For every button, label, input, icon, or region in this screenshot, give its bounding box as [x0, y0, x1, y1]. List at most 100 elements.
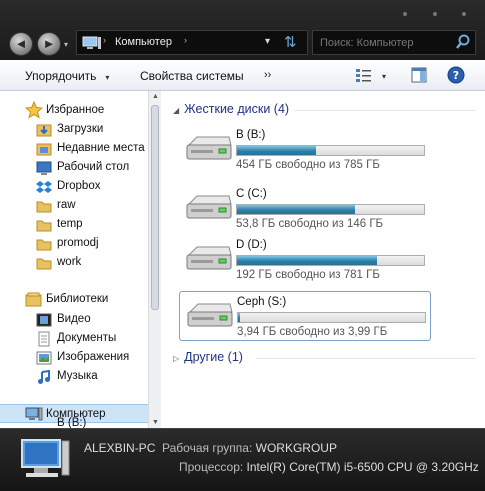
address-bar[interactable]: › Компьютер › ▾ ⇅: [76, 30, 308, 55]
drive-free-space: 53,8 ГБ свободно из 146 ГБ: [236, 218, 384, 230]
nav-libraries-label: Библиотеки: [46, 293, 109, 305]
drive-usage-bar: [236, 145, 425, 156]
cpu-label: Процессор:: [179, 460, 244, 474]
pc-info-line: ALEXBIN-PC Рабочая группа: WORKGROUP: [84, 441, 337, 455]
drive-usage-bar: [236, 204, 425, 215]
nav-item-raw[interactable]: raw: [0, 196, 148, 215]
drive-tile[interactable]: C (C:) 53,8 ГБ свободно из 146 ГБ: [179, 184, 431, 234]
nav-item-recent-places[interactable]: Недавние места: [0, 139, 148, 158]
folder-icon: [36, 201, 52, 213]
nav-item-label: Документы: [57, 332, 117, 344]
pc-name: ALEXBIN-PC: [84, 441, 156, 455]
preview-pane-button[interactable]: [411, 67, 427, 86]
drive-tile[interactable]: B (B:) 454 ГБ свободно из 785 ГБ: [179, 125, 431, 175]
star-icon: [25, 101, 43, 119]
nav-favorites-header[interactable]: Избранное: [0, 101, 148, 120]
nav-item-label: Рабочий стол: [57, 161, 130, 173]
computer-icon: [25, 407, 43, 421]
help-button[interactable]: ?: [447, 66, 465, 87]
drive-free-space: 192 ГБ свободно из 781 ГБ: [236, 269, 380, 281]
computer-icon: [21, 439, 70, 477]
video-icon: [36, 313, 52, 327]
drive-tile[interactable]: D (D:) 192 ГБ свободно из 781 ГБ: [179, 235, 431, 285]
drive-free-space: 454 ГБ свободно из 785 ГБ: [236, 159, 380, 171]
window-control-dot[interactable]: [403, 12, 407, 16]
help-icon: ?: [447, 66, 465, 84]
downloads-folder-icon: [36, 124, 52, 137]
workgroup-value: WORKGROUP: [255, 441, 337, 455]
nav-item-downloads[interactable]: Загрузки: [0, 120, 148, 139]
command-bar: Упорядочить ▾ Свойства системы ›› ▾ ?: [0, 60, 485, 91]
collapse-triangle-icon: ◢: [173, 106, 180, 115]
history-dropdown-icon[interactable]: ▾: [64, 40, 68, 49]
scroll-up-icon[interactable]: ▲: [152, 93, 159, 100]
nav-item-promodj[interactable]: promodj: [0, 234, 148, 253]
drive-name: D (D:): [236, 239, 267, 251]
nav-item-temp[interactable]: temp: [0, 215, 148, 234]
nav-libraries-header[interactable]: Библиотеки: [0, 290, 148, 309]
drive-usage-fill: [237, 146, 316, 155]
group-divider: [256, 358, 476, 359]
navigation-scrollbar[interactable]: ▲ ▼: [148, 91, 161, 428]
group-divider: [294, 110, 476, 111]
breadcrumb-separator-icon[interactable]: ›: [184, 35, 187, 45]
breadcrumb-separator-icon: ›: [103, 35, 106, 45]
hard-drives-group-header[interactable]: ◢ Жесткие диски (4): [173, 102, 289, 116]
hard-drive-icon: [186, 136, 232, 160]
folder-icon: [36, 258, 52, 270]
drive-name: Ceph (S:): [237, 296, 287, 308]
nav-item-label: raw: [57, 199, 76, 211]
cpu-info-line: Процессор: Intel(R) Core(TM) i5-6500 CPU…: [179, 460, 479, 474]
drive-usage-bar: [237, 312, 426, 323]
other-group-header[interactable]: ▷ Другие (1): [173, 350, 243, 364]
folder-icon: [36, 239, 52, 251]
drive-name: B (B:): [236, 129, 266, 141]
nav-item-label: promodj: [57, 237, 99, 249]
expand-triangle-icon: ▷: [173, 354, 180, 363]
hard-drive-icon: [186, 195, 232, 219]
search-box[interactable]: Поиск: Компьютер: [312, 30, 476, 55]
nav-item-label: Музыка: [57, 370, 98, 382]
nav-item-label: Изображения: [57, 351, 130, 363]
refresh-icon[interactable]: ⇅: [284, 33, 297, 51]
address-dropdown-icon[interactable]: ▾: [265, 36, 270, 47]
scroll-down-icon[interactable]: ▼: [152, 419, 159, 426]
scrollbar-thumb[interactable]: [151, 105, 159, 310]
nav-item-dropbox[interactable]: Dropbox: [0, 177, 148, 196]
preview-pane-icon: [411, 67, 427, 83]
forward-button[interactable]: ►: [37, 32, 61, 56]
nav-item-music[interactable]: Музыка: [0, 367, 148, 386]
search-placeholder[interactable]: Поиск: Компьютер: [320, 37, 414, 49]
view-options-button[interactable]: ▾: [355, 67, 389, 86]
nav-favorites-label: Избранное: [46, 104, 105, 116]
content-pane: ◢ Жесткие диски (4) B (B:) 454 ГБ свободно…: [161, 91, 485, 428]
nav-item-videos[interactable]: Видео: [0, 310, 148, 329]
nav-item-label: Недавние места: [57, 142, 145, 154]
breadcrumb-computer[interactable]: Компьютер: [115, 36, 172, 48]
music-icon: [38, 369, 50, 384]
navigation-pane: Избранное Загрузки Недавние места Рабочи…: [0, 91, 148, 428]
desktop-icon: [36, 161, 52, 175]
search-icon[interactable]: [455, 34, 471, 50]
nav-item-desktop[interactable]: Рабочий стол: [0, 158, 148, 177]
window-control-dot[interactable]: [433, 12, 437, 16]
window-control-dot[interactable]: [462, 12, 466, 16]
nav-item-documents[interactable]: Документы: [0, 329, 148, 348]
nav-item-label: work: [57, 256, 82, 268]
drive-usage-fill: [238, 313, 241, 322]
drive-name: C (C:): [236, 188, 267, 200]
back-button[interactable]: ◄: [9, 32, 33, 56]
nav-item-pictures[interactable]: Изображения: [0, 348, 148, 367]
organize-button[interactable]: Упорядочить ▾: [25, 69, 109, 83]
title-bar: ◄ ► ▾ › Компьютер › ▾ ⇅ Поиск: Компьютер: [0, 0, 485, 60]
drive-usage-fill: [237, 256, 378, 265]
nav-item-work[interactable]: work: [0, 253, 148, 272]
svg-text:?: ?: [453, 69, 459, 82]
more-commands-button[interactable]: ››: [264, 69, 271, 81]
nav-item-label: temp: [57, 218, 83, 230]
hard-drive-icon: [187, 303, 233, 327]
drive-tile[interactable]: Ceph (S:) 3,94 ГБ свободно из 3,99 ГБ: [179, 291, 431, 341]
system-properties-button[interactable]: Свойства системы: [140, 69, 244, 83]
folder-icon: [36, 220, 52, 232]
cpu-value: Intel(R) Core(TM) i5-6500 CPU @ 3.20GHz: [246, 460, 479, 474]
